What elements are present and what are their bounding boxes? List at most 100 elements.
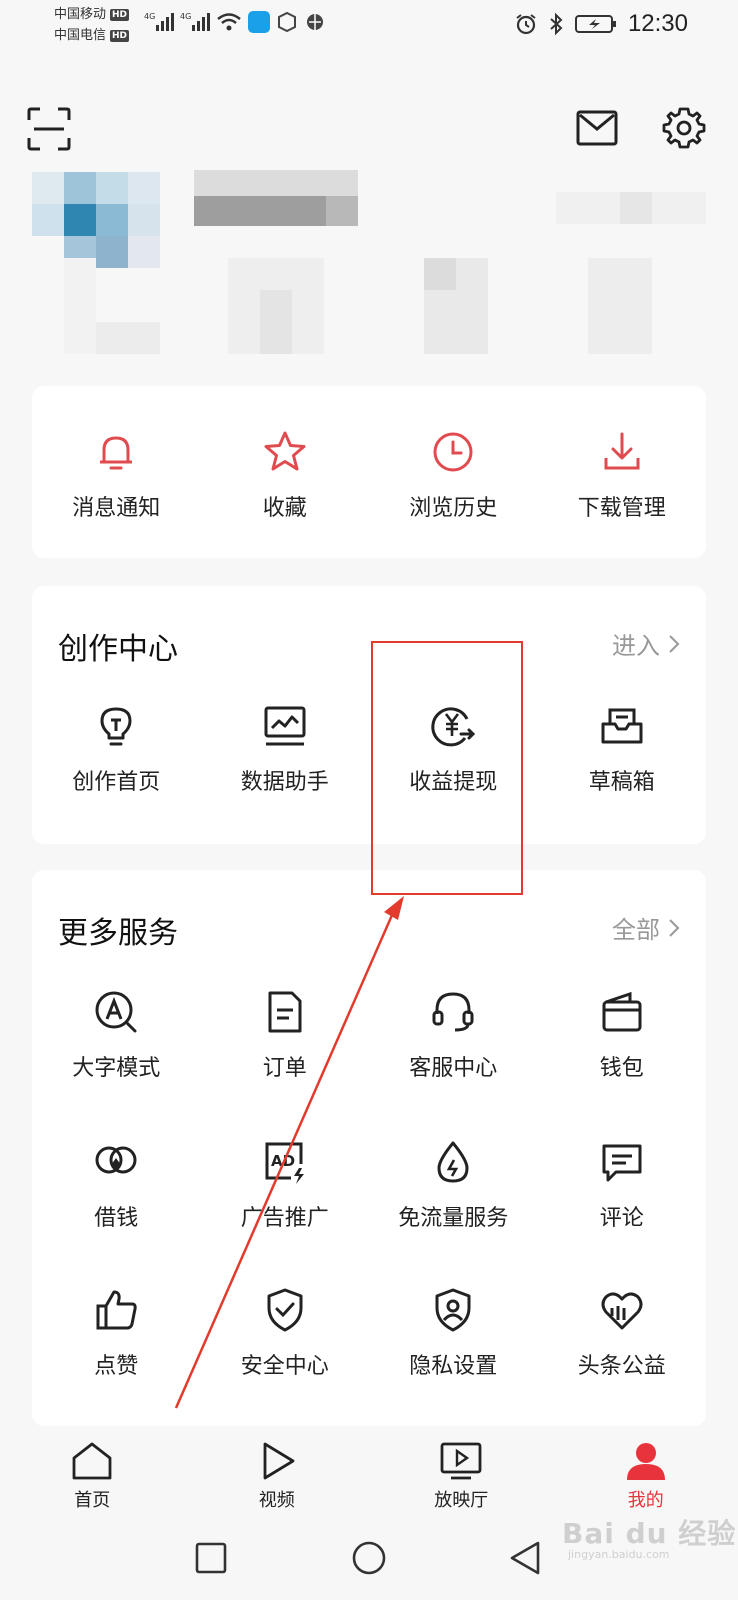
comments-item[interactable]: 评论 — [538, 1138, 707, 1232]
creator-center-enter-link[interactable]: 进入 — [612, 626, 680, 661]
quick-action-downloads[interactable]: 下载管理 — [538, 428, 707, 522]
mosaic-block — [588, 258, 652, 354]
mosaic-block — [96, 322, 160, 354]
tv-icon — [440, 1442, 482, 1480]
wallet-item[interactable]: 钱包 — [538, 988, 707, 1082]
mosaic-block — [64, 172, 96, 204]
toutiao-charity-item[interactable]: 头条公益 — [538, 1286, 707, 1380]
signal-icon: 4G — [180, 12, 210, 31]
mosaic-block — [128, 236, 160, 268]
ad-icon: AD — [265, 1142, 304, 1184]
bell-icon — [100, 436, 133, 470]
headset-icon — [432, 992, 474, 1032]
home-circle-icon[interactable] — [351, 1540, 387, 1576]
service-label: 免流量服务 — [398, 1206, 509, 1231]
recent-apps-icon[interactable] — [195, 1542, 227, 1574]
service-label: 评论 — [599, 1206, 644, 1231]
nav-label: 视频 — [258, 1490, 295, 1511]
creator-center-title: 创作中心 — [58, 632, 178, 667]
carrier-2-label: 中国电信 — [54, 28, 107, 43]
quick-action-label: 浏览历史 — [409, 496, 498, 521]
mosaic-block — [128, 172, 160, 204]
thumbs-up-icon — [96, 1290, 137, 1330]
back-triangle-icon[interactable] — [508, 1540, 542, 1576]
creator-item-label: 数据助手 — [240, 770, 329, 795]
service-label: 安全中心 — [240, 1354, 329, 1379]
service-label: 广告推广 — [240, 1206, 329, 1231]
borrow-money-item[interactable]: 借钱 — [32, 1138, 201, 1232]
top-bar — [0, 100, 738, 160]
service-label: 客服中心 — [409, 1056, 498, 1081]
service-label: 隐私设置 — [409, 1354, 498, 1379]
creator-center-card: 创作中心 进入 创作首页 数据助手 收益提现 草稿箱 — [32, 586, 706, 844]
mail-icon[interactable] — [576, 110, 618, 146]
chevron-right-icon — [669, 918, 680, 937]
play-icon — [263, 1442, 295, 1480]
nav-theater[interactable]: 放映厅 — [369, 1428, 554, 1520]
data-assistant-item[interactable]: 数据助手 — [201, 702, 370, 796]
nav-mine[interactable]: 我的 — [554, 1428, 738, 1520]
annotation-highlight-box — [371, 641, 523, 895]
nav-label: 放映厅 — [434, 1490, 489, 1511]
charity-icon — [601, 1292, 643, 1330]
privacy-icon — [435, 1288, 471, 1332]
wallet-icon — [602, 991, 642, 1032]
large-font-icon — [95, 991, 137, 1033]
mosaic-block — [96, 204, 128, 236]
chart-monitor-icon — [264, 706, 306, 746]
settings-gear-icon[interactable] — [662, 106, 706, 150]
ad-promotion-item[interactable]: AD 广告推广 — [201, 1138, 370, 1232]
mosaic-block — [128, 204, 160, 236]
carrier-info: 中国移动 HD 中国电信 HD — [54, 4, 130, 46]
quick-action-notifications[interactable]: 消息通知 — [32, 428, 201, 522]
mosaic-block — [326, 196, 358, 226]
orders-item[interactable]: 订单 — [201, 988, 370, 1082]
app-notification-icon — [248, 11, 270, 33]
mosaic-block — [96, 236, 128, 268]
clock: 12:30 — [627, 10, 688, 37]
status-bar: 中国移动 HD 中国电信 HD 4G 4G 12:30 — [0, 0, 738, 56]
download-icon — [604, 432, 640, 470]
quick-action-history[interactable]: 浏览历史 — [369, 428, 538, 522]
free-data-service-item[interactable]: 免流量服务 — [369, 1138, 538, 1232]
likes-item[interactable]: 点赞 — [32, 1286, 201, 1380]
drafts-item[interactable]: 草稿箱 — [538, 702, 707, 796]
quick-action-favorites[interactable]: 收藏 — [201, 428, 370, 522]
security-center-item[interactable]: 安全中心 — [201, 1286, 370, 1380]
service-label: 借钱 — [94, 1206, 139, 1231]
service-label: 订单 — [262, 1056, 307, 1081]
signal-icon: 4G — [144, 12, 174, 31]
mosaic-block — [64, 258, 96, 354]
customer-service-item[interactable]: 客服中心 — [369, 988, 538, 1082]
mosaic-block — [424, 258, 456, 290]
carrier-1-label: 中国移动 — [54, 7, 107, 22]
chevron-right-icon — [669, 634, 680, 653]
creator-home-item[interactable]: 创作首页 — [32, 702, 201, 796]
loan-icon — [95, 1146, 137, 1174]
service-label: 大字模式 — [72, 1056, 161, 1081]
wifi-icon — [217, 13, 241, 31]
order-icon — [268, 991, 302, 1033]
profile-section-obscured — [0, 162, 738, 362]
comment-icon — [602, 1144, 642, 1182]
watermark-main: Bai du 经验 — [562, 1517, 737, 1550]
shield-check-icon — [267, 1288, 303, 1332]
large-font-mode-item[interactable]: 大字模式 — [32, 988, 201, 1082]
svg-text:4G: 4G — [180, 12, 191, 21]
more-services-title: 更多服务 — [58, 916, 178, 951]
nav-home[interactable]: 首页 — [0, 1428, 185, 1520]
draft-box-icon — [601, 708, 643, 744]
quick-actions-card: 消息通知 收藏 浏览历史 下载管理 — [32, 386, 706, 558]
hd-badge: HD — [110, 29, 130, 42]
lightbulb-icon — [100, 707, 132, 746]
privacy-settings-item[interactable]: 隐私设置 — [369, 1286, 538, 1380]
more-services-all-link[interactable]: 全部 — [612, 910, 680, 945]
service-label: 点赞 — [94, 1354, 139, 1379]
battery-icon — [574, 15, 616, 33]
nav-video[interactable]: 视频 — [185, 1428, 370, 1520]
svg-text:4G: 4G — [144, 12, 155, 21]
scan-icon[interactable] — [26, 106, 72, 152]
home-icon — [72, 1442, 112, 1480]
creator-item-label: 创作首页 — [72, 770, 161, 795]
quick-action-label: 收藏 — [262, 496, 307, 521]
